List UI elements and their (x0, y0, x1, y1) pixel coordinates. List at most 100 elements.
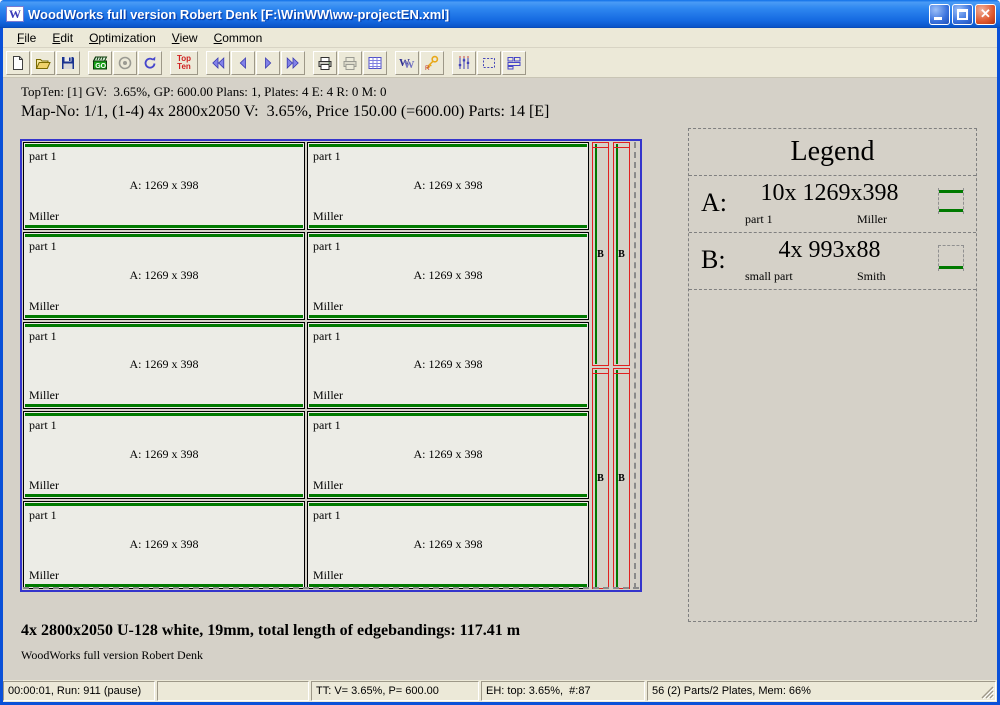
next-plan-button[interactable] (256, 51, 280, 75)
title-bar[interactable]: W WoodWorks full version Robert Denk [F:… (0, 0, 1000, 28)
maximize-button[interactable] (952, 4, 973, 25)
part-b-strip[interactable]: B (613, 368, 630, 589)
print-button[interactable] (313, 51, 337, 75)
part-b-strip[interactable]: B (613, 142, 630, 366)
edgeband-top (25, 503, 303, 506)
edgeband-top (309, 503, 587, 506)
plates-layout-button[interactable] (502, 51, 526, 75)
parts-grid: part 1 A: 1269 x 398 Miller part 1 A: 12… (23, 142, 589, 589)
part-b-strip[interactable]: B (592, 368, 609, 589)
plate-description-line: 4x 2800x2050 U-128 white, 19mm, total le… (21, 622, 520, 640)
woodworks-icon: WW (399, 55, 415, 71)
legend-customer: Miller (857, 212, 887, 227)
record-icon (117, 55, 133, 71)
edgeband-top (309, 144, 587, 147)
resize-grip-icon[interactable] (981, 686, 994, 699)
parameters-button[interactable] (452, 51, 476, 75)
legend-key: A: (701, 188, 727, 218)
edgeband-indicator-icon (938, 188, 964, 214)
stop-record-button[interactable] (113, 51, 137, 75)
part-name: part 1 (313, 239, 341, 254)
woodworks-info-button[interactable]: WW (395, 51, 419, 75)
save-button[interactable] (56, 51, 80, 75)
main-content: TopTen: [1] GV: 3.65%, GP: 600.00 Plans:… (3, 78, 997, 680)
part-name: part 1 (29, 239, 57, 254)
status-runtime: 00:00:01, Run: 911 (pause) (3, 681, 155, 701)
status-parts-mem: 56 (2) Parts/2 Plates, Mem: 66% (647, 681, 996, 701)
edgeband-bottom (25, 315, 303, 318)
legend-row-b[interactable]: B: 4x 993x88 small part Smith (689, 233, 976, 290)
start-optimization-button[interactable]: GO (88, 51, 112, 75)
legend-row-a[interactable]: A: 10x 1269x398 part 1 Miller (689, 176, 976, 233)
topten-summary-line: TopTen: [1] GV: 3.65%, GP: 600.00 Plans:… (21, 84, 387, 100)
edgeband-left (595, 370, 597, 587)
part-name: part 1 (29, 418, 57, 433)
save-icon (60, 55, 76, 71)
part-size: A: 1269 x 398 (308, 267, 588, 282)
part-customer: Miller (313, 299, 343, 314)
plates-layout-icon (506, 55, 522, 71)
new-document-button[interactable] (6, 51, 30, 75)
edgeband-top (25, 144, 303, 147)
legend-panel: Legend A: 10x 1269x398 part 1 Miller B: … (688, 128, 977, 622)
part-a-cell[interactable]: part 1 A: 1269 x 398 Miller (23, 411, 305, 499)
part-name: part 1 (29, 149, 57, 164)
last-plan-button[interactable] (281, 51, 305, 75)
menu-file[interactable]: File (9, 29, 44, 47)
toolbar: GO TopTen (3, 48, 997, 78)
part-size: A: 1269 x 398 (308, 447, 588, 462)
first-plan-icon (210, 55, 226, 71)
menu-common[interactable]: Common (206, 29, 271, 47)
edgeband-bottom (309, 225, 587, 228)
table-view-button[interactable] (363, 51, 387, 75)
map-summary-line: Map-No: 1/1, (1-4) 4x 2800x2050 V: 3.65%… (21, 103, 549, 121)
menu-bar: File Edit Optimization View Common (3, 28, 997, 48)
part-a-cell[interactable]: part 1 A: 1269 x 398 Miller (307, 411, 589, 499)
strip-label: B (597, 249, 604, 260)
part-name: part 1 (29, 329, 57, 344)
minimize-button[interactable] (929, 4, 950, 25)
edgeband-left (616, 144, 618, 364)
strip-label: B (618, 249, 625, 260)
edgeband-bottom (25, 404, 303, 407)
part-a-cell[interactable]: part 1 A: 1269 x 398 Miller (307, 322, 589, 410)
part-a-cell[interactable]: part 1 A: 1269 x 398 Miller (307, 232, 589, 320)
part-a-cell[interactable]: part 1 A: 1269 x 398 Miller (307, 142, 589, 230)
restart-button[interactable] (138, 51, 162, 75)
strip-label: B (618, 473, 625, 484)
previous-plan-button[interactable] (231, 51, 255, 75)
legend-key: B: (701, 245, 726, 275)
part-a-cell[interactable]: part 1 A: 1269 x 398 Miller (23, 232, 305, 320)
menu-edit[interactable]: Edit (44, 29, 81, 47)
part-a-cell[interactable]: part 1 A: 1269 x 398 Miller (23, 501, 305, 589)
part-a-cell[interactable]: part 1 A: 1269 x 398 Miller (23, 142, 305, 230)
part-size: A: 1269 x 398 (24, 178, 304, 193)
first-plan-button[interactable] (206, 51, 230, 75)
svg-text:R: R (425, 65, 430, 71)
edgeband-bottom (309, 404, 587, 407)
topten-button[interactable]: TopTen (170, 51, 198, 75)
legend-qty-size: 10x 1269x398 (737, 180, 922, 207)
previous-plan-icon (235, 55, 251, 71)
edgeband-top (309, 324, 587, 327)
menu-optimization[interactable]: Optimization (81, 29, 164, 47)
open-file-button[interactable] (31, 51, 55, 75)
license-key-button[interactable]: R (420, 51, 444, 75)
window-title: WoodWorks full version Robert Denk [F:\W… (28, 7, 929, 22)
edgeband-left (616, 370, 618, 587)
status-bar: 00:00:01, Run: 911 (pause) TT: V= 3.65%,… (3, 680, 997, 702)
part-a-cell[interactable]: part 1 A: 1269 x 398 Miller (23, 322, 305, 410)
part-a-cell[interactable]: part 1 A: 1269 x 398 Miller (307, 501, 589, 589)
cutting-plan-plate[interactable]: part 1 A: 1269 x 398 Miller part 1 A: 12… (20, 139, 642, 592)
print-preview-button[interactable] (338, 51, 362, 75)
app-version-line: WoodWorks full version Robert Denk (21, 648, 203, 663)
part-customer: Miller (29, 388, 59, 403)
selection-button[interactable] (477, 51, 501, 75)
close-button[interactable]: ✕ (975, 4, 996, 25)
part-customer: Miller (29, 209, 59, 224)
menu-view[interactable]: View (164, 29, 206, 47)
print-preview-icon (342, 55, 358, 71)
status-empty (157, 681, 309, 701)
part-b-strip[interactable]: B (592, 142, 609, 366)
part-size: A: 1269 x 398 (308, 357, 588, 372)
